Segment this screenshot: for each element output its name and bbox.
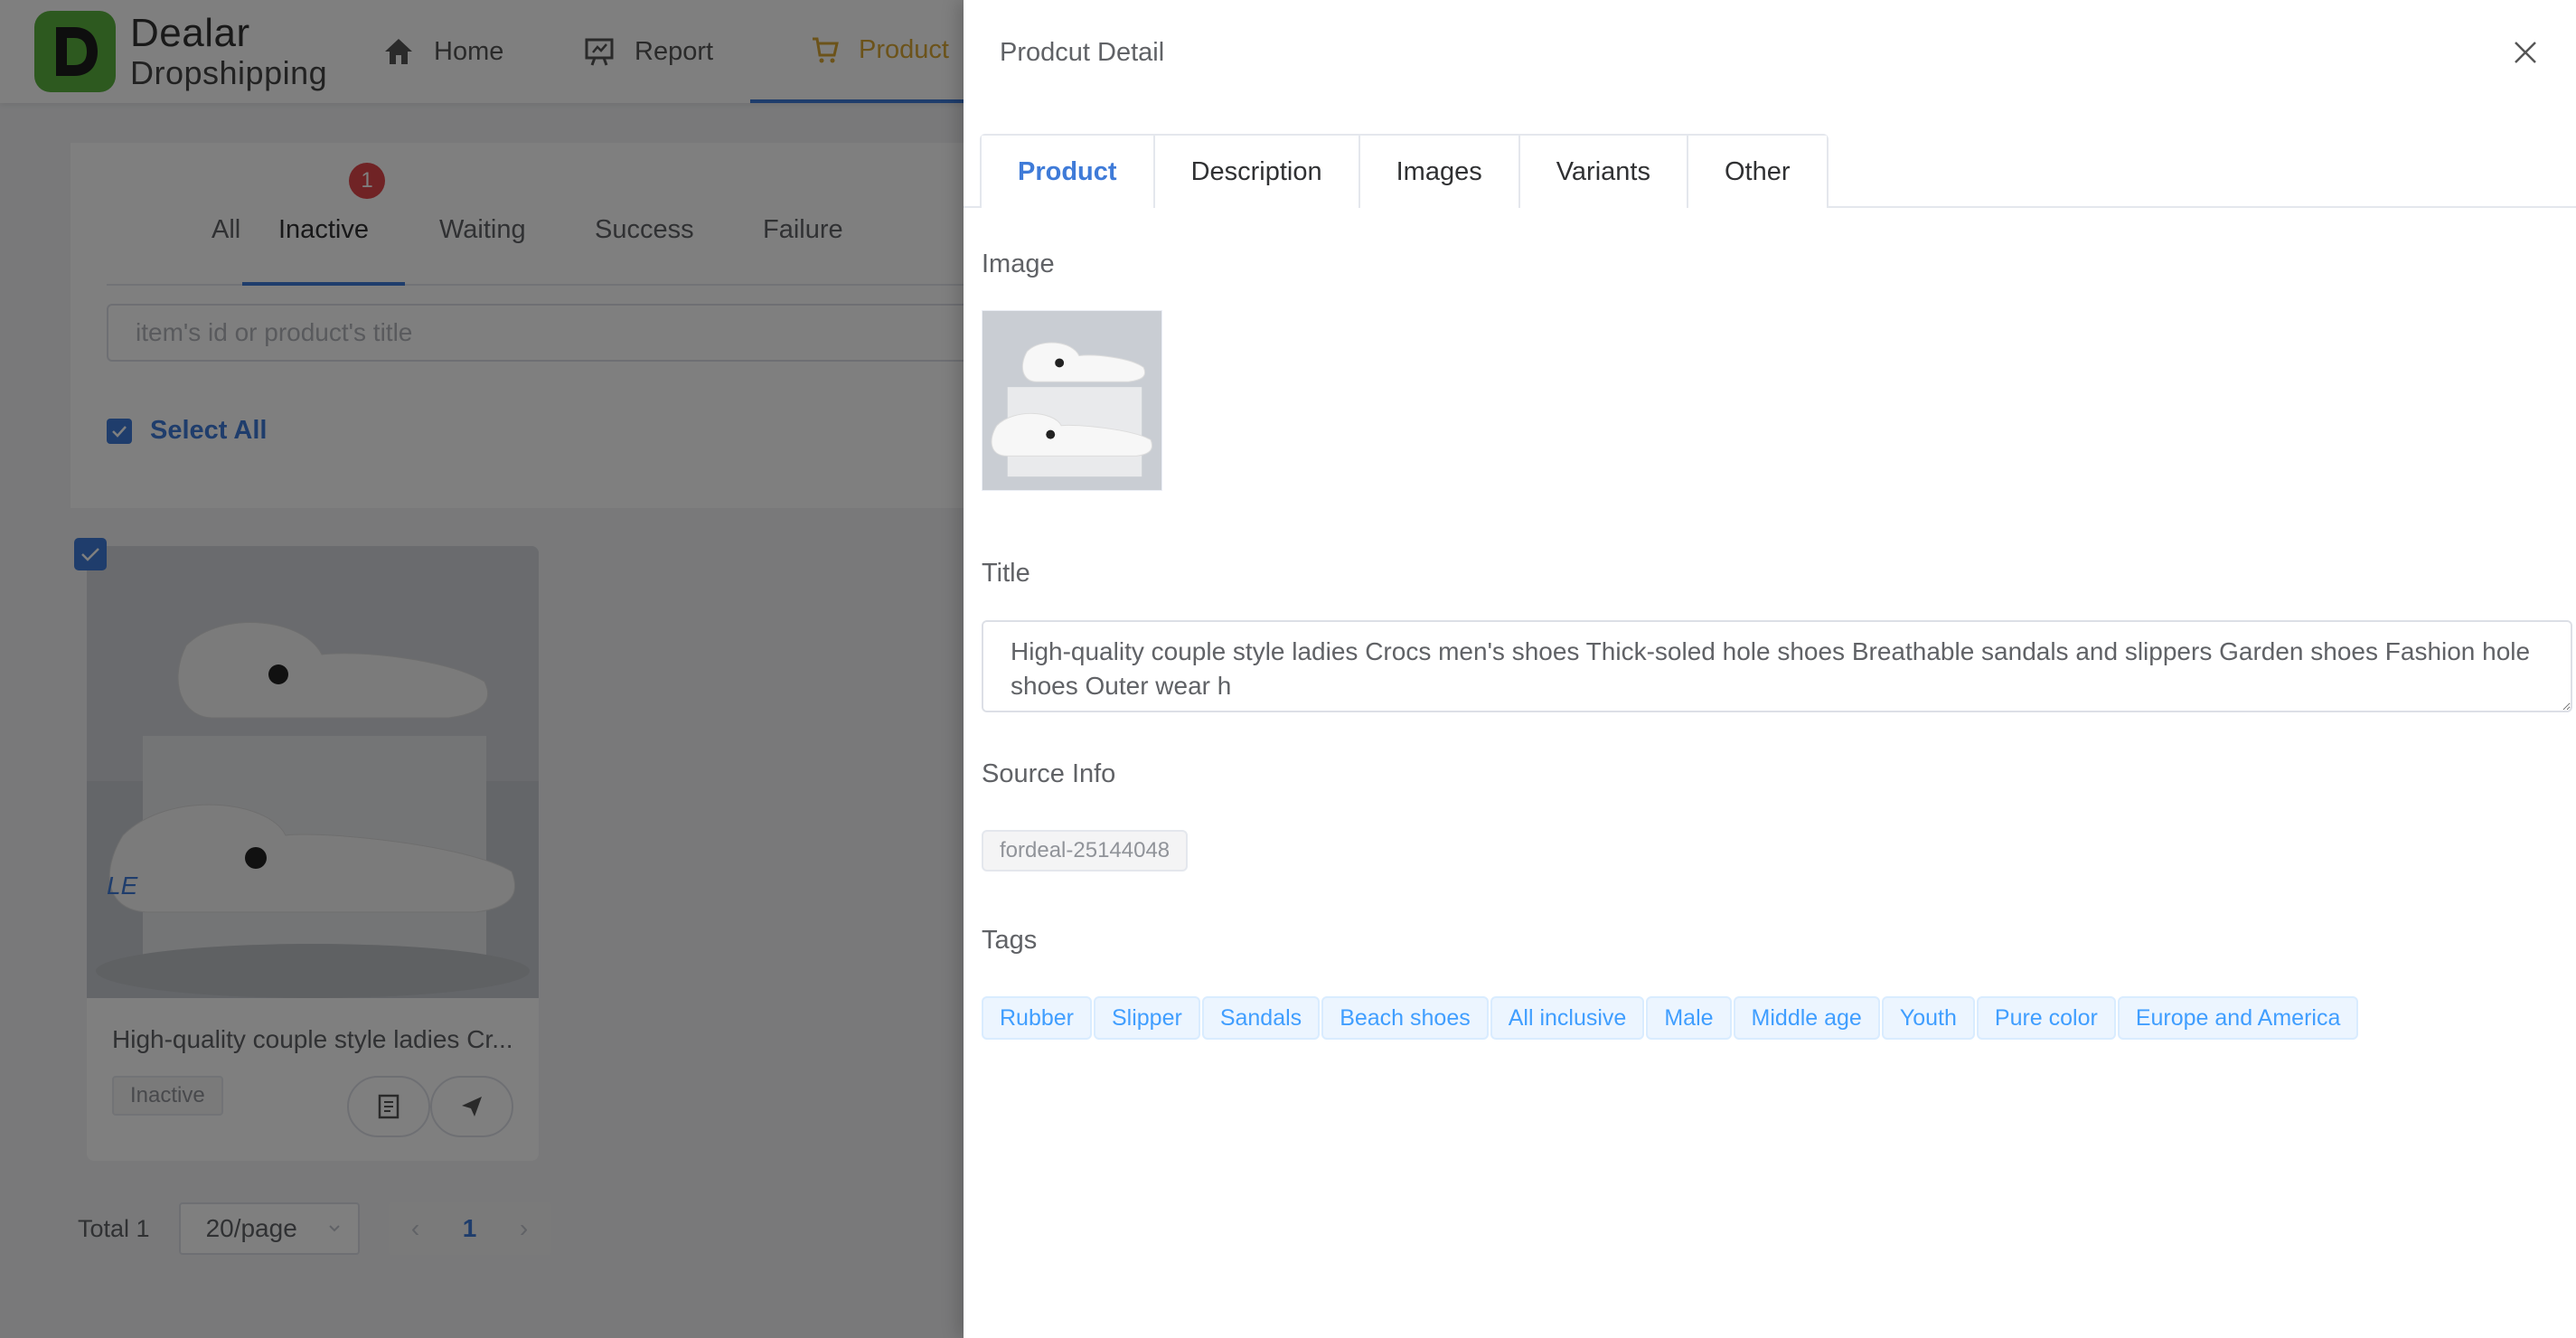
source-info-label: Source Info (982, 759, 1116, 788)
detail-tab-bar: Product Description Images Variants Othe… (964, 134, 2576, 210)
product-detail-drawer: Prodcut Detail Product Description Image… (964, 0, 2576, 1338)
close-button[interactable] (2507, 34, 2543, 71)
tag-list: Rubber Slipper Sandals Beach shoes All i… (982, 996, 2360, 1040)
title-label: Title (982, 559, 1030, 588)
tag-item: Sandals (1201, 996, 1321, 1040)
tag-item: All inclusive (1490, 996, 1645, 1040)
tab-variants[interactable]: Variants (1518, 136, 1687, 208)
tab-other[interactable]: Other (1686, 136, 1827, 208)
tag-item: Middle age (1733, 996, 1880, 1040)
tab-description[interactable]: Description (1152, 136, 1359, 208)
modal-overlay[interactable] (0, 0, 964, 1338)
close-icon (2515, 42, 2536, 63)
tag-item: Pure color (1976, 996, 2116, 1040)
product-thumbnail[interactable] (982, 310, 1162, 491)
tag-item: Beach shoes (1321, 996, 1489, 1040)
drawer-title: Prodcut Detail (1000, 38, 1165, 67)
tab-images[interactable]: Images (1358, 136, 1518, 208)
tab-product[interactable]: Product (982, 136, 1153, 210)
tag-item: Slipper (1094, 996, 1200, 1040)
tags-label: Tags (982, 926, 1038, 955)
source-id-tag: fordeal-25144048 (982, 830, 1189, 872)
detail-tabs: Product Description Images Variants Othe… (980, 134, 1829, 210)
image-label: Image (982, 250, 1055, 278)
tag-item: Rubber (982, 996, 1092, 1040)
tag-item: Male (1646, 996, 1732, 1040)
tag-item: Youth (1881, 996, 1975, 1040)
product-title-field[interactable]: High-quality couple style ladies Crocs m… (982, 620, 2572, 712)
tag-item: Europe and America (2117, 996, 2359, 1040)
